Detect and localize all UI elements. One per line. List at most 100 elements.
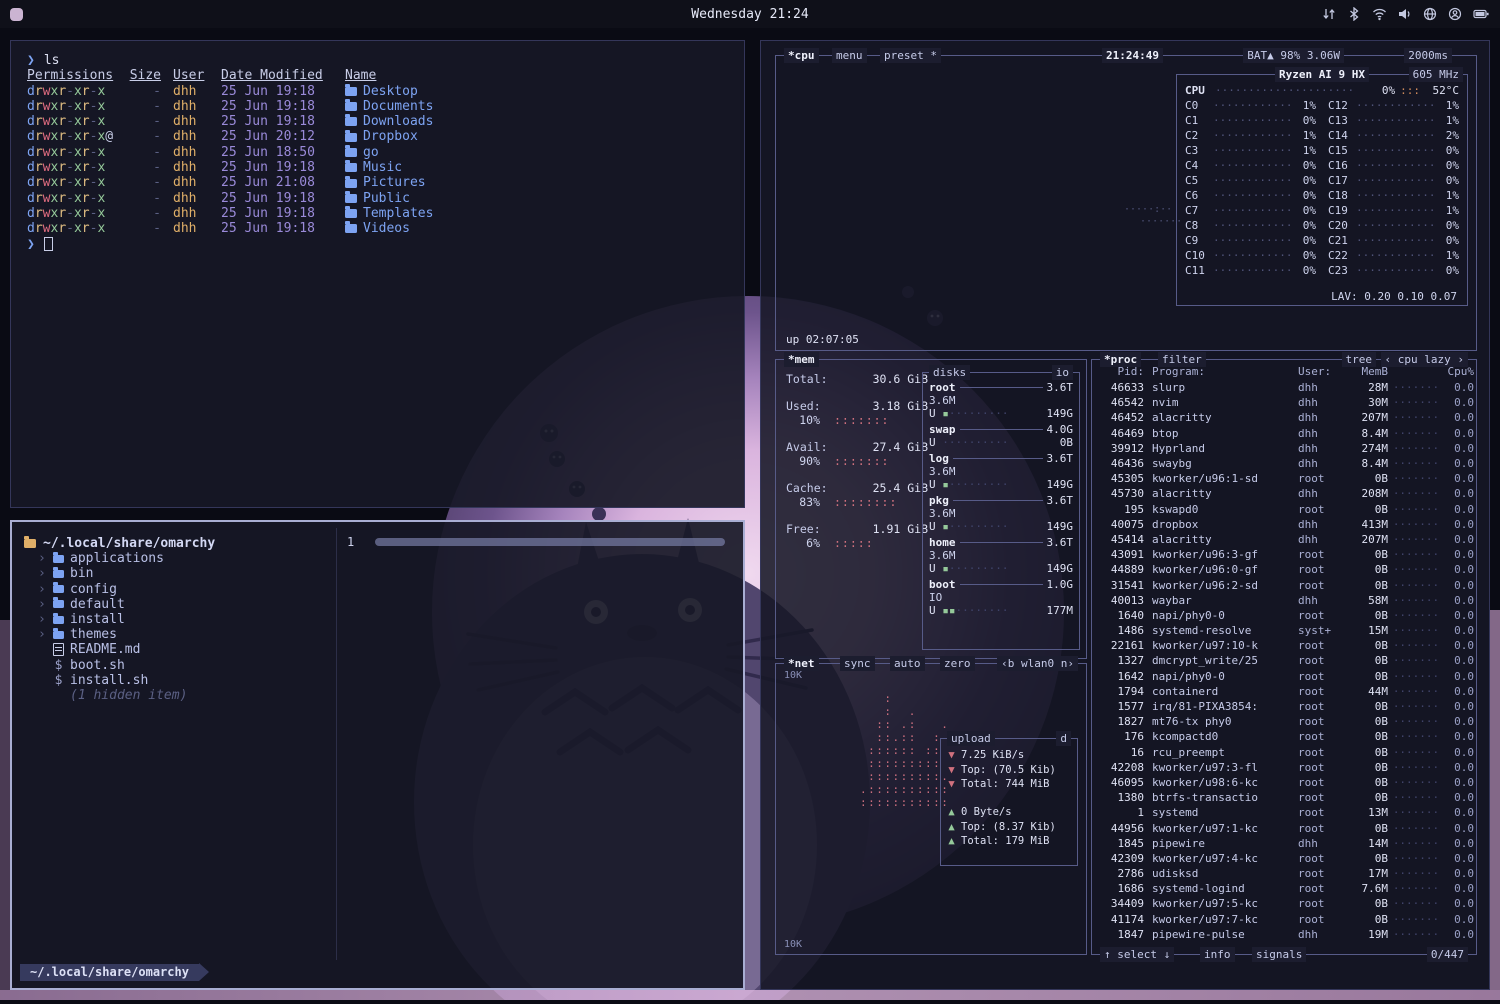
process-row[interactable]: 176 kcompactd0 root 0B ······· 0.0 — [1092, 729, 1476, 744]
process-cpu-meter: ······· — [1388, 654, 1444, 667]
process-row[interactable]: 1827 mt76-tx phy0 root 0B ······· 0.0 — [1092, 714, 1476, 729]
process-row[interactable]: 40075 dropbox dhh 413M ······· 0.0 — [1092, 517, 1476, 532]
directory-item[interactable]: themes — [24, 627, 330, 642]
process-row[interactable]: 39912 Hyprland dhh 274M ······· 0.0 — [1092, 441, 1476, 456]
zero-toggle[interactable]: zero — [940, 656, 975, 671]
preset-button[interactable]: preset * — [880, 48, 941, 63]
directory-name: install — [70, 612, 125, 627]
core-row: C5 ·············· 0% C17 ·············· … — [1185, 173, 1459, 188]
process-row[interactable]: 1686 systemd-logind root 7.6M ······· 0.… — [1092, 881, 1476, 896]
process-user: root — [1298, 822, 1344, 835]
process-row[interactable]: 40013 waybar dhh 58M ······· 0.0 — [1092, 593, 1476, 608]
update-interval[interactable]: 2000ms — [1404, 48, 1452, 63]
btop-window[interactable]: *cpu menu preset * 21:24:49 BAT▲ 98% 3.0… — [760, 40, 1490, 990]
process-row[interactable]: 1 systemd root 13M ······· 0.0 — [1092, 805, 1476, 820]
mem-box-label[interactable]: *mem — [784, 352, 819, 367]
network-interface[interactable]: ‹b wlan0 n› — [997, 656, 1078, 671]
process-row[interactable]: 1327 dmcrypt_write/25 root 0B ······· 0.… — [1092, 653, 1476, 668]
process-row[interactable]: 31541 kworker/u96:2-sd root 0B ······· 0… — [1092, 577, 1476, 592]
preview-scrollbar[interactable] — [375, 538, 725, 546]
process-row[interactable]: 1847 pipewire-pulse dhh 19M ······· 0.0 — [1092, 927, 1476, 942]
script-file-item[interactable]: boot.sh — [24, 658, 330, 673]
current-directory-row[interactable]: ~/.local/share/omarchy — [24, 536, 330, 551]
file-manager-window[interactable]: ~/.local/share/omarchy applications bin … — [10, 520, 745, 990]
cpu-box-label[interactable]: *cpu — [784, 48, 819, 63]
process-row[interactable]: 34409 kworker/u97:5-kc root 0B ······· 0… — [1092, 896, 1476, 911]
file-owner: dhh — [173, 114, 213, 129]
directory-item[interactable]: applications — [24, 551, 330, 566]
process-name: kswapd0 — [1144, 503, 1298, 516]
process-cpu: 0.0 — [1444, 822, 1474, 835]
process-row[interactable]: 1380 btrfs-transactio root 0B ······· 0.… — [1092, 790, 1476, 805]
workspace-indicator[interactable] — [10, 8, 23, 21]
process-row[interactable]: 45305 kworker/u96:1-sd root 0B ······· 0… — [1092, 471, 1476, 486]
tab-indicator[interactable]: 1 — [347, 535, 354, 549]
process-row[interactable]: 46633 slurp dhh 28M ······· 0.0 — [1092, 380, 1476, 395]
user-icon[interactable] — [1448, 7, 1462, 21]
filter-button[interactable]: filter — [1158, 352, 1206, 367]
process-user: root — [1298, 882, 1344, 895]
process-row[interactable]: 43091 kworker/u96:3-gf root 0B ······· 0… — [1092, 547, 1476, 562]
process-row[interactable]: 45414 alacritty dhh 207M ······· 0.0 — [1092, 532, 1476, 547]
process-row[interactable]: 22161 kworker/u97:10-k root 0B ······· 0… — [1092, 638, 1476, 653]
process-row[interactable]: 1486 systemd-resolve syst+ 15M ······· 0… — [1092, 623, 1476, 638]
process-row[interactable]: 44889 kworker/u96:0-gf root 0B ······· 0… — [1092, 562, 1476, 577]
menu-button[interactable]: menu — [832, 48, 867, 63]
process-name: waybar — [1144, 594, 1298, 607]
process-row[interactable]: 44956 kworker/u97:1-kc root 0B ······· 0… — [1092, 820, 1476, 835]
volume-icon[interactable] — [1398, 7, 1412, 21]
net-key-hint[interactable]: d — [1056, 731, 1071, 746]
cpu-total-meter: ····················· — [1215, 84, 1369, 97]
updates-icon[interactable] — [1322, 7, 1336, 21]
io-toggle[interactable]: io — [1052, 365, 1073, 380]
upload-box-label[interactable]: upload — [947, 731, 995, 746]
process-row[interactable]: 1794 containerd root 44M ······· 0.0 — [1092, 684, 1476, 699]
process-row[interactable]: 42208 kworker/u97:3-fl root 0B ······· 0… — [1092, 760, 1476, 775]
signals-button[interactable]: signals — [1252, 947, 1306, 962]
select-hint[interactable]: ↑ select ↓ — [1100, 947, 1174, 962]
header-user[interactable]: User: — [1298, 365, 1344, 378]
directory-item[interactable]: config — [24, 582, 330, 597]
battery-icon[interactable] — [1473, 7, 1490, 21]
process-row[interactable]: 46469 btop dhh 8.4M ······· 0.0 — [1092, 426, 1476, 441]
directory-item[interactable]: default — [24, 597, 330, 612]
process-row[interactable]: 46436 swaybg dhh 8.4M ······· 0.0 — [1092, 456, 1476, 471]
process-row[interactable]: 1640 napi/phy0-0 root 0B ······· 0.0 — [1092, 608, 1476, 623]
sync-toggle[interactable]: sync — [840, 656, 875, 671]
sort-selector[interactable]: ‹ cpu lazy › — [1381, 352, 1468, 367]
process-row[interactable]: 46452 alacritty dhh 207M ······· 0.0 — [1092, 410, 1476, 425]
terminal-window[interactable]: ❯ ls Permissions Size User Date Modified… — [10, 40, 745, 508]
shell-prompt-line-empty[interactable]: ❯ — [27, 237, 728, 252]
bluetooth-icon[interactable] — [1347, 7, 1361, 21]
globe-icon[interactable] — [1423, 7, 1437, 21]
auto-toggle[interactable]: auto — [890, 656, 925, 671]
tree-toggle[interactable]: tree — [1342, 352, 1377, 367]
process-row[interactable]: 45730 alacritty dhh 208M ······· 0.0 — [1092, 486, 1476, 501]
process-row[interactable]: 1642 napi/phy0-0 root 0B ······· 0.0 — [1092, 669, 1476, 684]
proc-box-label[interactable]: *proc — [1100, 352, 1141, 367]
info-button[interactable]: info — [1200, 947, 1235, 962]
process-row[interactable]: 46542 nvim dhh 30M ······· 0.0 — [1092, 395, 1476, 410]
core-meter: ·············· — [1356, 189, 1435, 202]
process-cpu: 0.0 — [1444, 639, 1474, 652]
process-row[interactable]: 41174 kworker/u97:7-kc root 0B ······· 0… — [1092, 912, 1476, 927]
disks-box-label[interactable]: disks — [929, 365, 970, 380]
process-row[interactable]: 1577 irq/81-PIXA3854: root 0B ······· 0.… — [1092, 699, 1476, 714]
wifi-icon[interactable] — [1372, 7, 1387, 21]
process-row[interactable]: 1845 pipewire dhh 14M ······· 0.0 — [1092, 836, 1476, 851]
process-row[interactable]: 42309 kworker/u97:4-kc root 0B ······· 0… — [1092, 851, 1476, 866]
directory-item[interactable]: install — [24, 612, 330, 627]
clock[interactable]: Wednesday 21:24 — [691, 7, 808, 22]
folder-icon — [345, 224, 357, 233]
process-row[interactable]: 2786 udisksd root 17M ······· 0.0 — [1092, 866, 1476, 881]
net-box-label[interactable]: *net — [784, 656, 819, 671]
process-row[interactable]: 195 kswapd0 root 0B ······· 0.0 — [1092, 502, 1476, 517]
process-cpu-meter: ······· — [1388, 579, 1444, 592]
readme-file-item[interactable]: README.md — [24, 642, 330, 657]
script-file-item[interactable]: install.sh — [24, 673, 330, 688]
process-row[interactable]: 16 rcu_preempt root 0B ······· 0.0 — [1092, 745, 1476, 760]
directory-item[interactable]: bin — [24, 566, 330, 581]
process-name: napi/phy0-0 — [1144, 670, 1298, 683]
process-row[interactable]: 46095 kworker/u98:6-kc root 0B ······· 0… — [1092, 775, 1476, 790]
process-name: kworker/u97:5-kc — [1144, 897, 1298, 910]
